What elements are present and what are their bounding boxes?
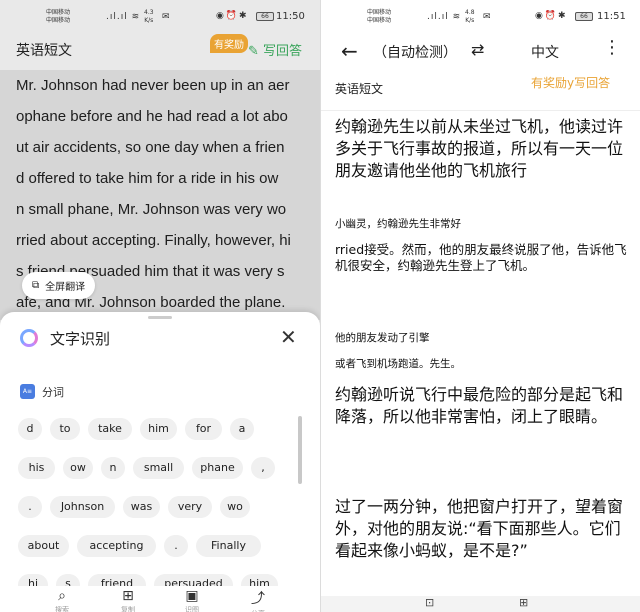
message-icon: ✉	[483, 12, 491, 22]
word-chip[interactable]: persuaded	[154, 574, 233, 586]
signal-icon: .ıl.ıl ≋	[106, 12, 141, 22]
status-bar: 中国移动 中国移动 .ıl.ıl ≋ 4.3 K/s ✉ ◉⏰✱ 66 11:50	[0, 0, 320, 34]
source-language-select[interactable]: （自动检测）	[373, 42, 457, 62]
word-chip[interactable]: .	[18, 496, 42, 518]
word-chip[interactable]: wo	[220, 496, 250, 518]
network-speed: 4.3 K/s	[144, 9, 154, 24]
image-icon: ▣	[185, 588, 199, 604]
word-chip[interactable]: friend	[88, 574, 146, 586]
clock: 11:51	[597, 11, 626, 22]
copy-action[interactable]: ⊞ 复制	[108, 588, 148, 612]
article-line: n small phane, Mr. Johnson was very wo	[16, 201, 287, 218]
carrier-label: 中国移动 中国移动	[46, 9, 71, 24]
article-line: ut air accidents, so one day when a frie…	[16, 139, 285, 156]
article-text: Mr. Johnson had never been up in an aer o…	[16, 70, 306, 349]
word-chip[interactable]: him	[140, 418, 177, 440]
word-chip[interactable]: phane	[192, 457, 243, 479]
share-icon: ⤴	[251, 591, 265, 607]
article-line: Mr. Johnson had never been up in an aer	[16, 77, 290, 94]
message-icon: ✉	[162, 12, 170, 22]
ai-ring-icon	[20, 329, 38, 347]
word-chip[interactable]: Johnson	[50, 496, 115, 518]
translation-paragraph: rried接受。然而，他的朋友最终说服了他，告诉他飞机很安全，约翰逊先生登上了飞…	[335, 242, 627, 273]
translation-paragraph: 约翰逊听说飞行中最危险的部分是起飞和降落，所以他非常害怕，闭上了眼睛。	[335, 385, 624, 426]
segment-icon: A≡	[20, 384, 35, 399]
translation-paragraph: 他的朋友发动了引擎	[335, 332, 430, 344]
recognition-screen: 中国移动 中国移动 .ıl.ıl ≋ 4.3 K/s ✉ ◉⏰✱ 66 11:50…	[0, 0, 320, 612]
word-chip[interactable]: d	[18, 418, 42, 440]
source-subtitle: 英语短文	[335, 82, 384, 96]
article-line: ophane before and he had read a lot abo	[16, 108, 288, 125]
translate-icon: ⧉	[32, 280, 40, 291]
close-icon[interactable]: ✕	[280, 327, 297, 347]
word-chip[interactable]: about	[18, 535, 69, 557]
word-chip[interactable]: was	[123, 496, 160, 518]
word-chip[interactable]: Finally	[196, 535, 261, 557]
status-icons: ◉⏰✱	[535, 11, 568, 21]
status-bar: 中国移动 中国移动 .ıl.ıl ≋ 4.8 K/s ✉ ◉⏰✱ 66 11:51	[321, 0, 640, 34]
segment-label: 分词	[42, 386, 64, 399]
status-icons: ◉⏰✱	[216, 11, 249, 21]
word-chip[interactable]: him	[241, 574, 278, 586]
share-action[interactable]: ⤴分享	[238, 588, 278, 612]
battery-icon: 66	[256, 12, 274, 21]
battery-icon: 66	[575, 12, 593, 21]
bottom-actions: ⌕搜索 ⊞复制 ▣识图 ⤴分享	[0, 586, 320, 612]
reward-badge: 有奖励	[210, 34, 248, 53]
article-line: d offered to take him for a ride in his …	[16, 170, 279, 187]
swap-language-icon[interactable]: ⇄	[471, 40, 484, 59]
full-translate-button[interactable]: ⧉ 全屏翻译	[22, 272, 96, 299]
word-chip[interactable]: n	[101, 457, 125, 479]
target-language-select[interactable]: 中文	[531, 42, 559, 62]
word-chip[interactable]: accepting	[77, 535, 156, 557]
word-chip[interactable]: a	[230, 418, 254, 440]
article-line: rried about accepting. Finally, however,…	[16, 232, 291, 249]
word-chip[interactable]: very	[168, 496, 212, 518]
drag-handle[interactable]	[148, 316, 172, 319]
word-chip[interactable]: to	[50, 418, 80, 440]
bottom-toolbar: ⊡ ⊞	[321, 596, 640, 612]
translation-paragraph: 过了一两分钟，他把窗户打开了，望着窗外，对他的朋友说:“看下面那些人。它们看起来…	[335, 497, 624, 560]
translation-screen: 中国移动 中国移动 .ıl.ıl ≋ 4.8 K/s ✉ ◉⏰✱ 66 11:51…	[320, 0, 640, 612]
back-arrow-icon[interactable]: ←	[341, 39, 358, 63]
edit-icon: ✎	[248, 44, 259, 59]
word-chip[interactable]: ow	[63, 457, 93, 479]
translation-paragraph: 小幽灵，约翰逊先生非常好	[335, 218, 461, 230]
write-answer-button[interactable]: ✎ 写回答	[248, 40, 302, 59]
word-chip[interactable]: small	[133, 457, 184, 479]
carrier-label: 中国移动 中国移动	[367, 9, 392, 24]
page-title: 英语短文	[16, 43, 72, 59]
word-chip[interactable]: ,	[251, 457, 275, 479]
network-speed: 4.8 K/s	[465, 9, 475, 24]
clock: 11:50	[276, 11, 305, 22]
search-action[interactable]: ⌕ 搜索	[42, 588, 82, 612]
copy-icon[interactable]: ⊞	[519, 596, 528, 609]
image-recognize-action[interactable]: ▣ 识图	[172, 588, 212, 612]
scrollbar[interactable]	[298, 416, 302, 484]
translation-paragraph: 或者飞到机场跑道。先生。	[335, 358, 461, 370]
divider	[321, 110, 640, 111]
translation-paragraph: 约翰逊先生以前从未坐过飞机，他读过许多关于飞行事故的报道，所以有一天一位朋友邀请…	[335, 117, 624, 180]
text-recognition-sheet: 文字识别 ✕ A≡ 分词 d to take him for a his ow n small ph…	[0, 312, 320, 612]
signal-icon: .ıl.ıl ≋	[427, 12, 462, 22]
word-chip[interactable]: .	[164, 535, 188, 557]
sheet-title: 文字识别	[50, 330, 111, 348]
search-icon: ⌕	[58, 588, 66, 604]
word-chip[interactable]: s	[56, 574, 80, 586]
word-chip[interactable]: hi	[18, 574, 48, 586]
word-chip[interactable]: for	[185, 418, 222, 440]
more-options-icon[interactable]: ⋮	[603, 37, 621, 58]
copy-icon: ⊞	[122, 588, 134, 604]
word-chip[interactable]: take	[88, 418, 132, 440]
reward-text: 有奖励y写回答	[531, 76, 611, 90]
camera-icon[interactable]: ⊡	[425, 596, 434, 609]
word-chip[interactable]: his	[18, 457, 55, 479]
